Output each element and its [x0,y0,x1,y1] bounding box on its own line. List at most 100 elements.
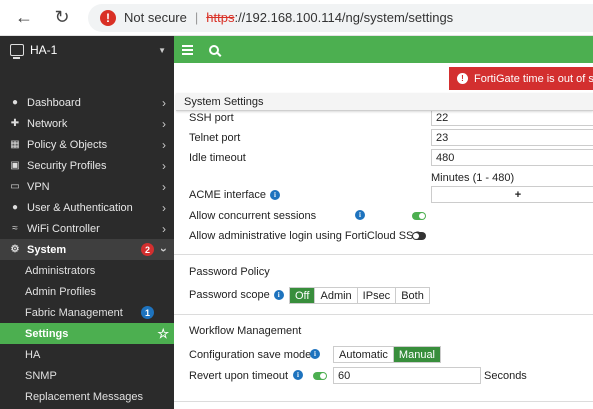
warning-icon[interactable]: ! [100,9,116,26]
alert-icon: ! [457,73,468,84]
sidebar-item-label: Dashboard [27,96,81,109]
network-icon: ✚ [10,118,20,129]
sidebar-subitem-fabric-management[interactable]: Fabric Management 1 [0,302,174,323]
idle-timeout-hint: Minutes (1 - 480) [431,172,515,184]
gear-icon: ⚙ [10,244,20,255]
revert-timeout-toggle[interactable] [313,372,327,380]
user-icon: ● [11,202,19,213]
divider [174,401,593,402]
alert-area: ! FortiGate time is out of sync [174,63,593,93]
device-selector[interactable]: HA-1 ▼ [0,36,174,64]
concurrent-sessions-label: Allow concurrent sessions [189,210,317,222]
sidebar-item-label: VPN [27,180,50,193]
chevron-right-icon: › [162,158,166,173]
sidebar-subitem-settings[interactable]: Settings ☆ [0,323,174,344]
scope-option-admin[interactable]: Admin [315,288,358,303]
password-scope-row: Password scope i [189,288,284,302]
idle-timeout-label: Idle timeout [189,152,246,164]
scope-option-ipsec[interactable]: IPsec [358,288,397,303]
chevron-right-icon: › [162,95,166,110]
telnet-port-label: Telnet port [189,132,241,144]
url-scheme: https [206,10,235,25]
page-title: System Settings [176,93,593,111]
browser-toolbar: ← ↻ ! Not secure | https://192.168.100.1… [0,0,593,36]
time-sync-alert[interactable]: ! FortiGate time is out of sync [449,67,593,90]
save-mode-selector: Automatic Manual [333,346,441,363]
back-arrow-icon[interactable]: ← [12,6,36,30]
chevron-right-icon: › [162,116,166,131]
sidebar-item-label: Settings [25,327,69,340]
star-icon[interactable]: ☆ [157,326,169,342]
chevron-right-icon: › [162,179,166,194]
save-mode-automatic[interactable]: Automatic [334,347,394,362]
sidebar-item-label: System [27,243,67,256]
idle-timeout-field[interactable]: 480 [431,149,593,166]
chevron-right-icon: › [162,200,166,215]
info-icon[interactable]: i [355,210,365,220]
policy-icon: ▦ [10,139,20,150]
address-bar[interactable]: ! Not secure | https://192.168.100.114/n… [88,3,593,32]
monitor-icon: ▭ [10,181,20,192]
info-icon[interactable]: i [273,290,284,300]
info-icon[interactable]: i [270,190,281,200]
sidebar: HA-1 ▼ ● Dashboard › ✚ Network › ▦ Polic… [0,36,174,409]
chevron-down-icon: › [157,247,171,252]
sidebar-item-wifi-controller[interactable]: ≈ WiFi Controller › [0,218,174,239]
reload-icon[interactable]: ↻ [50,6,74,30]
device-name: HA-1 [30,43,58,57]
sidebar-subitem-replacement-messages[interactable]: Replacement Messages [0,386,174,407]
sidebar-item-network[interactable]: ✚ Network › [0,113,174,134]
acme-interface-label: ACME interface [189,189,267,201]
dashboard-icon: ● [11,97,19,108]
not-secure-label[interactable]: Not secure [124,10,187,25]
search-icon[interactable] [209,44,219,55]
scope-option-off[interactable]: Off [290,288,316,303]
top-toolbar [174,36,593,63]
sidebar-item-label: Admin Profiles [25,285,96,298]
sidebar-item-label: Replacement Messages [25,390,144,403]
nav-list: ● Dashboard › ✚ Network › ▦ Policy & Obj… [0,92,174,407]
divider [174,314,593,315]
forticloud-sso-toggle[interactable] [412,232,426,240]
save-mode-label: Configuration save mode [189,349,312,361]
telnet-port-field[interactable]: 23 [431,129,593,146]
revert-timeout-field[interactable]: 60 [333,367,481,384]
sidebar-item-label: HA [25,348,41,361]
revert-timeout-unit: Seconds [484,370,527,382]
sidebar-item-policy-objects[interactable]: ▦ Policy & Objects › [0,134,174,155]
ssh-port-field[interactable]: 22 [431,111,593,126]
concurrent-sessions-toggle[interactable] [412,212,426,220]
sidebar-item-vpn[interactable]: ▭ VPN › [0,176,174,197]
password-policy-title: Password Policy [189,266,270,278]
forticloud-sso-label: Allow administrative login using FortiCl… [189,230,422,242]
wifi-icon: ≈ [12,223,18,234]
sidebar-subitem-admin-profiles[interactable]: Admin Profiles [0,281,174,302]
sidebar-item-label: Security Profiles [27,159,107,172]
chevron-right-icon: › [162,221,166,236]
sidebar-item-user-authentication[interactable]: ● User & Authentication › [0,197,174,218]
sidebar-item-label: WiFi Controller [27,222,100,235]
revert-timeout-label: Revert upon timeout [189,370,289,382]
sidebar-item-label: Network [27,117,68,130]
ssh-port-label: SSH port [189,112,234,124]
sidebar-item-label: Administrators [25,264,96,277]
sidebar-item-system[interactable]: ⚙ System 2 › [0,239,174,260]
save-mode-manual[interactable]: Manual [393,347,440,362]
sidebar-subitem-snmp[interactable]: SNMP [0,365,174,386]
sidebar-subitem-administrators[interactable]: Administrators [0,260,174,281]
password-scope-selector: Off Admin IPsec Both [289,287,430,304]
acme-add-button[interactable]: + [431,186,593,203]
sidebar-subitem-ha[interactable]: HA [0,344,174,365]
info-icon[interactable]: i [310,349,320,359]
info-icon[interactable]: i [293,370,303,380]
acme-interface-row: ACME interface i [189,188,281,202]
password-scope-label: Password scope [189,289,270,301]
sidebar-item-security-profiles[interactable]: ▣ Security Profiles › [0,155,174,176]
menu-icon[interactable] [182,44,193,55]
chevron-right-icon: › [162,137,166,152]
sidebar-item-label: User & Authentication [27,201,133,214]
sidebar-item-dashboard[interactable]: ● Dashboard › [0,92,174,113]
notification-badge: 2 [141,243,154,256]
scope-option-both[interactable]: Both [396,288,429,303]
url-path: ://192.168.100.114/ng/system/settings [234,10,454,25]
